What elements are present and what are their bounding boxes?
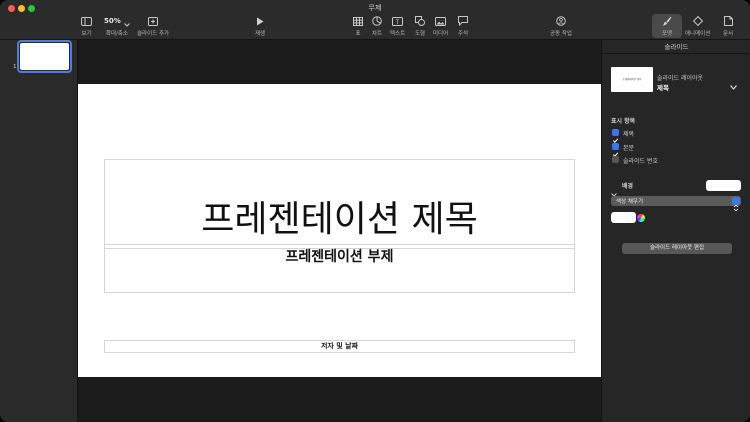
shape-label: 도형 <box>415 31 426 37</box>
paintbrush-icon <box>662 15 672 27</box>
play-label: 재생 <box>255 31 266 37</box>
svg-text:T: T <box>395 19 400 26</box>
title-checkbox[interactable] <box>612 129 619 143</box>
add-slide-icon <box>148 15 159 27</box>
shape-button[interactable]: 도형 <box>415 15 425 37</box>
add-slide-label: 슬라이드 추가 <box>137 31 170 37</box>
layout-thumbnail[interactable]: 프레젠테이션 제목 <box>611 67 653 92</box>
chart-button[interactable]: 차트 <box>372 15 382 37</box>
add-slide-button[interactable]: 슬라이드 추가 <box>137 15 169 37</box>
slide-layout-label: 슬라이드 레이아웃 <box>657 75 704 82</box>
fill-type-select[interactable]: 색상 채우기 <box>611 196 741 212</box>
animate-tab[interactable]: 애니메이션 <box>685 15 710 37</box>
media-button[interactable]: 미디어 <box>433 15 448 37</box>
collaborate-button[interactable]: 공동 작업 <box>550 15 572 37</box>
fill-type-value: 색상 채우기 <box>616 199 644 205</box>
play-button[interactable]: 재생 <box>255 15 265 37</box>
inspector-header[interactable]: 슬라이드 <box>602 40 750 54</box>
animate-diamond-icon <box>692 15 703 27</box>
document-label: 문서 <box>723 31 734 37</box>
slide-subtitle[interactable]: 프레젠테이션 부제 <box>104 246 575 266</box>
zoom-value: 50% <box>104 17 121 25</box>
keynote-window: 무제 보기 50% 확대/축소 슬라이드 추가 재생 표 차트 T 텍스트 도형… <box>0 0 750 422</box>
slide-title[interactable]: 프레젠테이션 제목 <box>104 200 575 240</box>
view-button[interactable]: 보기 <box>81 15 92 37</box>
slide-thumbnail[interactable] <box>20 43 69 70</box>
window-title: 무제 <box>368 4 382 12</box>
collaborate-icon <box>556 15 566 27</box>
chart-label: 차트 <box>372 31 383 37</box>
media-label: 미디어 <box>433 31 449 37</box>
color-wheel-icon[interactable] <box>637 214 645 222</box>
chevron-down-icon[interactable] <box>730 75 737 94</box>
edit-slide-layout-button[interactable]: 슬라이드 레이아웃 편집 <box>622 243 732 254</box>
title-checkbox-label: 제목 <box>623 131 635 138</box>
table-label: 표 <box>355 31 361 37</box>
view-label: 보기 <box>81 31 92 37</box>
document-icon <box>723 15 733 27</box>
document-tab[interactable]: 문서 <box>723 15 733 37</box>
body-checkbox-label: 본문 <box>623 145 635 152</box>
text-box-icon: T <box>392 15 404 27</box>
layout-thumbnail-text: 프레젠테이션 제목 <box>622 78 642 81</box>
comment-button[interactable]: 주석 <box>458 15 468 37</box>
slide-number-checkbox-label: 슬라이드 번호 <box>623 158 659 165</box>
text-label: 텍스트 <box>390 31 406 37</box>
zoom-label: 확대/축소 <box>105 31 128 37</box>
toolbar: 무제 보기 50% 확대/축소 슬라이드 추가 재생 표 차트 T 텍스트 도형… <box>0 0 750 40</box>
shape-icon <box>415 15 426 27</box>
table-icon <box>353 15 363 27</box>
format-tab[interactable]: 포맷 <box>662 15 672 37</box>
select-arrows-icon <box>732 197 740 212</box>
sidebar-icon <box>81 15 92 27</box>
slide-number-checkbox[interactable] <box>612 156 619 163</box>
image-icon <box>435 15 447 27</box>
inspector-panel: 슬라이드 프레젠테이션 제목 슬라이드 레이아웃 제목 표시 항목 제목 본문 … <box>601 40 750 422</box>
background-color-swatch[interactable] <box>706 180 741 191</box>
zoom-control[interactable]: 50% 확대/축소 <box>104 15 130 37</box>
slide-author-date[interactable]: 저자 및 날짜 <box>104 341 575 351</box>
slide-navigator <box>0 40 78 422</box>
text-button[interactable]: T 텍스트 <box>390 15 405 37</box>
table-button[interactable]: 표 <box>353 15 363 37</box>
slide-number: 1 <box>13 64 17 70</box>
collaborate-label: 공동 작업 <box>550 31 572 37</box>
comment-label: 주석 <box>458 31 469 37</box>
chart-icon <box>372 15 382 27</box>
body-checkbox[interactable] <box>612 143 619 157</box>
fill-color-well[interactable] <box>611 212 636 223</box>
play-icon <box>256 15 264 27</box>
format-label: 포맷 <box>662 31 673 37</box>
chevron-down-icon <box>123 12 130 31</box>
display-section-label: 표시 항목 <box>611 118 636 125</box>
background-label: 배경 <box>622 183 634 190</box>
animate-label: 애니메이션 <box>685 31 711 37</box>
slide-layout-value[interactable]: 제목 <box>657 82 669 92</box>
comment-icon <box>458 15 469 27</box>
